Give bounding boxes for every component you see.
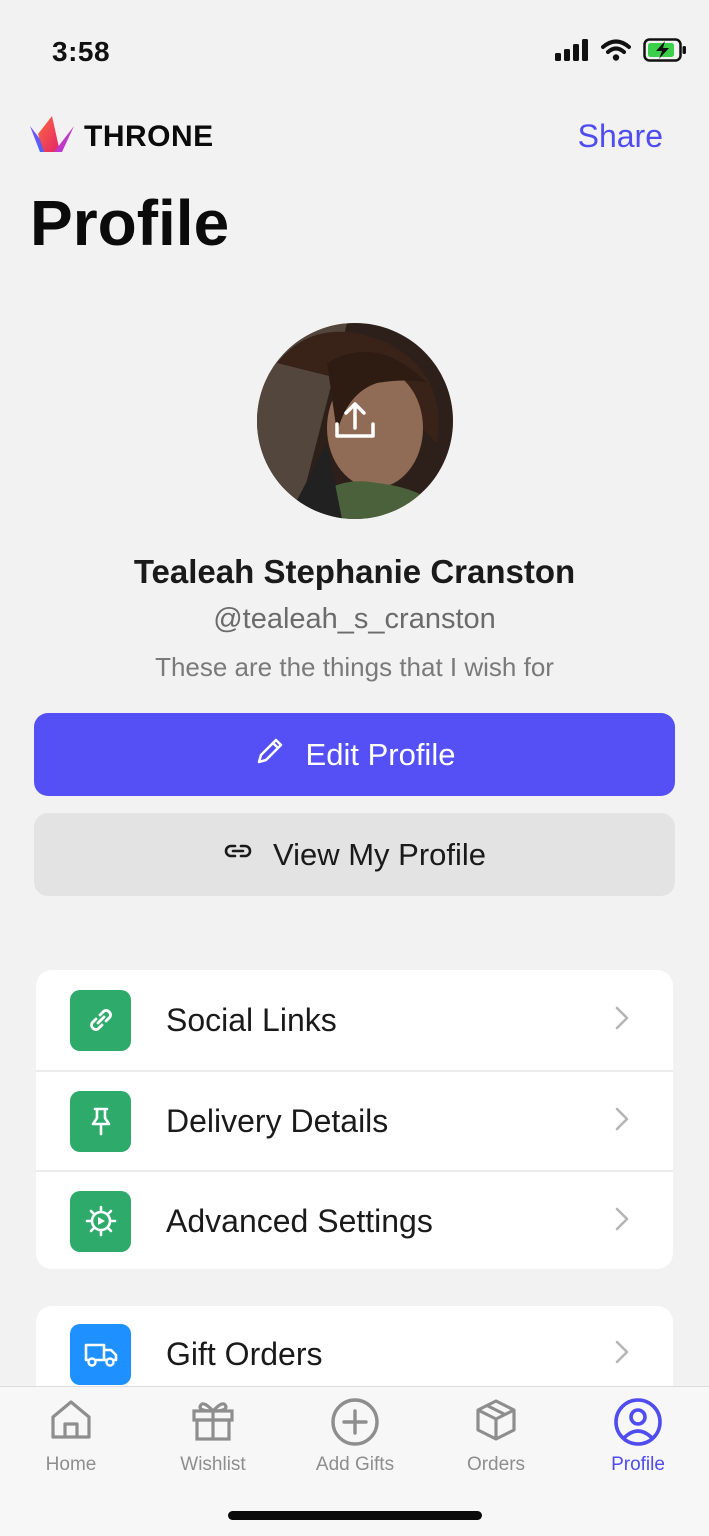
tab-profile[interactable]: Profile bbox=[578, 1397, 698, 1476]
wifi-icon bbox=[601, 39, 631, 61]
settings-list: Social Links Delivery Details Advanced S… bbox=[36, 970, 673, 1269]
upload-photo-icon[interactable] bbox=[333, 398, 377, 447]
status-bar: 3:58 bbox=[0, 0, 709, 100]
pencil-icon bbox=[254, 735, 286, 775]
tab-label: Home bbox=[45, 1454, 97, 1475]
box-icon bbox=[473, 1397, 519, 1448]
home-icon bbox=[48, 1397, 94, 1448]
settings-item-label: Advanced Settings bbox=[166, 1202, 433, 1239]
share-button[interactable]: Share bbox=[578, 118, 663, 155]
battery-icon bbox=[643, 38, 687, 62]
settings-item-advanced-settings[interactable]: Advanced Settings bbox=[36, 1170, 673, 1269]
settings-item-social-links[interactable]: Social Links bbox=[36, 970, 673, 1070]
tab-orders[interactable]: Orders bbox=[436, 1397, 556, 1476]
tab-label: Orders bbox=[466, 1454, 526, 1475]
plus-circle-icon bbox=[330, 1397, 380, 1452]
signal-icon bbox=[555, 39, 589, 61]
edit-profile-button[interactable]: Edit Profile bbox=[34, 713, 675, 796]
pin-icon bbox=[70, 1090, 131, 1152]
throne-logo: THRONE bbox=[30, 116, 214, 157]
profile-handle: @tealeah_s_cranston bbox=[213, 603, 496, 635]
gear-icon bbox=[70, 1190, 131, 1252]
link-icon bbox=[70, 989, 131, 1051]
view-my-profile-label: View My Profile bbox=[272, 836, 487, 872]
profile-bio: These are the things that I wish for bbox=[155, 652, 554, 682]
home-indicator bbox=[228, 1511, 482, 1520]
crown-icon bbox=[30, 116, 74, 157]
tab-label: Add Gifts bbox=[315, 1454, 395, 1475]
orders-item-label: Gift Orders bbox=[166, 1335, 323, 1372]
tab-label: Profile bbox=[611, 1454, 665, 1475]
chevron-right-icon bbox=[615, 1207, 629, 1236]
gift-icon bbox=[190, 1397, 236, 1448]
status-icons bbox=[555, 38, 687, 62]
chevron-right-icon bbox=[615, 1107, 629, 1136]
profile-screen: 3:58 THRONE Share Profile Tealeah Stepha… bbox=[0, 0, 709, 1536]
tab-wishlist[interactable]: Wishlist bbox=[153, 1397, 273, 1476]
edit-profile-label: Edit Profile bbox=[305, 736, 456, 772]
view-my-profile-button[interactable]: View My Profile bbox=[34, 813, 675, 896]
status-time: 3:58 bbox=[52, 36, 111, 67]
tab-label: Wishlist bbox=[180, 1454, 246, 1475]
settings-item-delivery-details[interactable]: Delivery Details bbox=[36, 1070, 673, 1170]
chevron-right-icon bbox=[615, 1340, 629, 1369]
settings-item-label: Delivery Details bbox=[166, 1102, 389, 1139]
settings-item-label: Social Links bbox=[166, 1001, 337, 1038]
brand-name: THRONE bbox=[84, 119, 214, 153]
page-title: Profile bbox=[30, 187, 230, 259]
profile-name: Tealeah Stephanie Cranston bbox=[133, 553, 576, 590]
chevron-right-icon bbox=[615, 1006, 629, 1035]
truck-icon bbox=[70, 1323, 131, 1385]
user-circle-icon bbox=[613, 1397, 663, 1452]
link-icon bbox=[223, 836, 253, 874]
tab-add-gifts[interactable]: Add Gifts bbox=[295, 1397, 415, 1476]
tab-home[interactable]: Home bbox=[11, 1397, 131, 1476]
